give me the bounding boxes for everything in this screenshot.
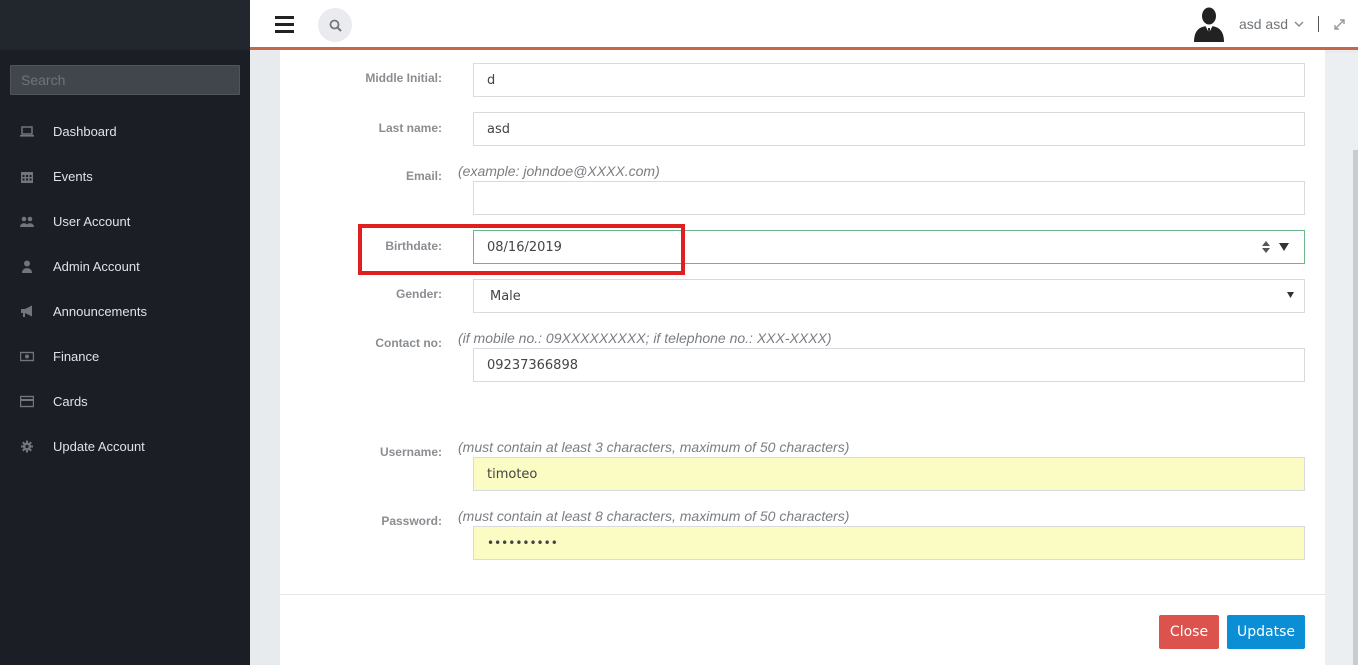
middle-initial-label: Middle Initial: xyxy=(365,71,442,85)
gear-icon xyxy=(19,440,35,454)
close-button[interactable]: Close xyxy=(1159,615,1219,649)
sidebar-item-user-account[interactable]: User Account xyxy=(0,199,250,244)
sidebar-item-admin-account[interactable]: Admin Account xyxy=(0,244,250,289)
user-name[interactable]: asd asd xyxy=(1239,16,1288,32)
email-field[interactable] xyxy=(473,181,1305,215)
last-name-label: Last name: xyxy=(378,121,442,135)
bullhorn-icon xyxy=(19,305,35,319)
users-icon xyxy=(19,215,35,229)
sidebar-item-label: Cards xyxy=(53,394,88,409)
footer-divider xyxy=(280,594,1325,595)
search-icon[interactable] xyxy=(318,8,352,42)
sidebar-item-label: Finance xyxy=(53,349,100,364)
password-label: Password: xyxy=(381,514,442,528)
edit-account-modal: Middle Initial: d Last name: asd Email: … xyxy=(280,50,1325,665)
scrollbar-thumb[interactable] xyxy=(1353,150,1358,665)
middle-initial-field[interactable]: d xyxy=(473,63,1305,97)
expand-icon[interactable] xyxy=(1333,18,1346,31)
update-button[interactable]: Updatse xyxy=(1227,615,1305,649)
gender-value: Male xyxy=(490,288,521,304)
sidebar-item-label: Dashboard xyxy=(53,124,117,139)
menu-toggle-icon[interactable] xyxy=(275,16,294,33)
avatar xyxy=(1193,7,1224,42)
sidebar-item-events[interactable]: Events xyxy=(0,154,250,199)
contact-field[interactable]: 09237366898 xyxy=(473,348,1305,382)
username-hint: (must contain at least 3 characters, max… xyxy=(458,439,850,455)
sidebar-search xyxy=(0,50,250,95)
email-label: Email: xyxy=(405,169,442,183)
sidebar-item-label: Events xyxy=(53,169,93,184)
user-icon xyxy=(19,260,35,274)
sidebar: Dashboard Events User Account Admin Acco… xyxy=(0,0,250,665)
credit-card-icon xyxy=(19,395,35,409)
user-menu[interactable]: asd asd xyxy=(1193,0,1358,48)
password-hint: (must contain at least 8 characters, max… xyxy=(458,508,850,524)
sidebar-item-label: User Account xyxy=(53,214,131,229)
sidebar-item-label: Admin Account xyxy=(53,259,140,274)
header-divider xyxy=(1318,16,1319,32)
contact-label: Contact no: xyxy=(375,336,442,350)
sidebar-search-input[interactable] xyxy=(10,65,240,95)
sidebar-item-announcements[interactable]: Announcements xyxy=(0,289,250,334)
sidebar-item-dashboard[interactable]: Dashboard xyxy=(0,109,250,154)
calendar-icon xyxy=(19,170,35,184)
gender-label: Gender: xyxy=(395,287,442,301)
top-header: asd asd xyxy=(250,0,1358,50)
gender-select[interactable]: Male xyxy=(473,279,1305,313)
sidebar-item-finance[interactable]: Finance xyxy=(0,334,250,379)
password-field[interactable]: •••••••••• xyxy=(473,526,1305,560)
email-hint: (example: johndoe@XXXX.com) xyxy=(458,163,660,179)
select-caret-icon xyxy=(1287,292,1294,298)
birthdate-highlight-box xyxy=(358,224,685,275)
username-label: Username: xyxy=(379,445,442,459)
sidebar-logo-area xyxy=(0,0,250,50)
sidebar-item-cards[interactable]: Cards xyxy=(0,379,250,424)
dropdown-arrow-icon[interactable] xyxy=(1279,243,1289,251)
last-name-field[interactable]: asd xyxy=(473,112,1305,146)
chevron-down-icon[interactable] xyxy=(1294,21,1304,27)
contact-hint: (if mobile no.: 09XXXXXXXXX; if telephon… xyxy=(458,330,832,346)
money-icon xyxy=(19,350,35,364)
spinner-icon[interactable] xyxy=(1261,239,1271,255)
date-controls xyxy=(1261,239,1289,255)
username-field[interactable]: timoteo xyxy=(473,457,1305,491)
sidebar-item-label: Update Account xyxy=(53,439,145,454)
laptop-icon xyxy=(19,125,35,139)
sidebar-item-label: Announcements xyxy=(53,304,147,319)
sidebar-menu: Dashboard Events User Account Admin Acco… xyxy=(0,109,250,469)
sidebar-item-update-account[interactable]: Update Account xyxy=(0,424,250,469)
